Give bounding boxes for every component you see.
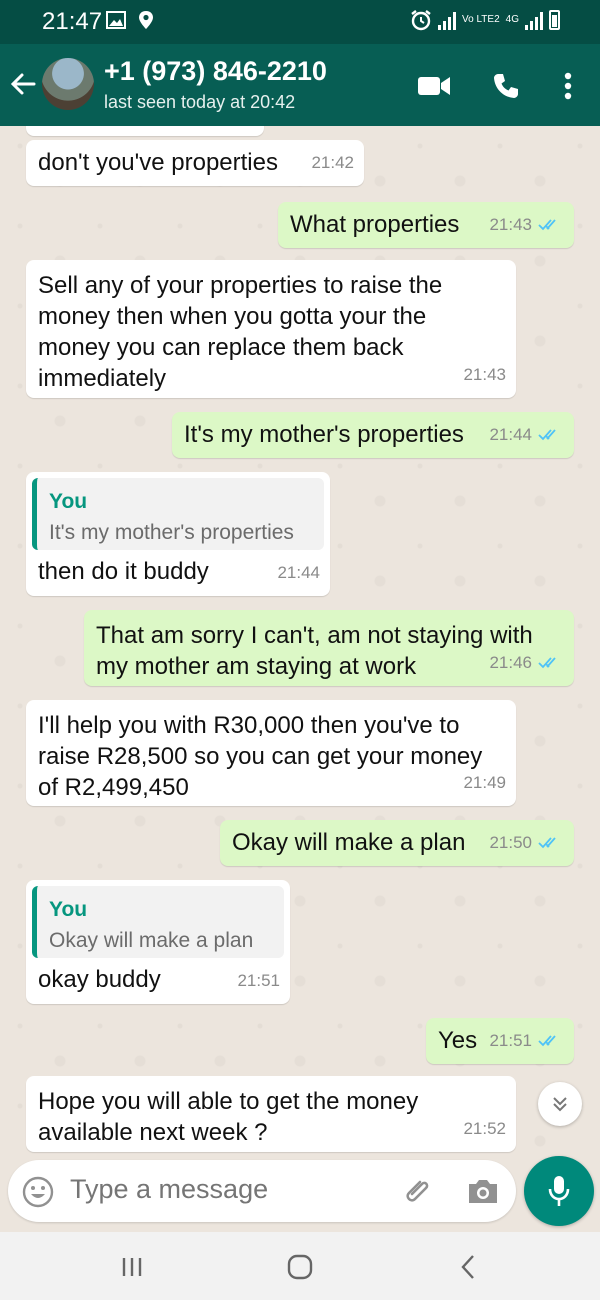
volte-label: Vo LTE2: [462, 14, 500, 25]
message-bubble-outgoing[interactable]: What properties 21:43: [278, 202, 574, 248]
message-time: 21:42: [311, 153, 354, 172]
chat-area[interactable]: don't you've properties 21:42 What prope…: [0, 126, 600, 1156]
signal-1-icon: [438, 10, 457, 30]
phone-icon[interactable]: [486, 66, 526, 106]
battery-icon: [549, 10, 560, 30]
message-time: 21:44: [277, 563, 320, 582]
message-bubble-incoming[interactable]: Hope you will able to get the money avai…: [26, 1076, 516, 1152]
message-time: 21:52: [463, 1119, 506, 1138]
message-bubble-incoming[interactable]: I'll help you with R30,000 then you've t…: [26, 700, 516, 806]
read-ticks-icon: [538, 428, 556, 440]
status-time: 21:47: [42, 8, 103, 35]
voice-message-button[interactable]: [524, 1156, 594, 1226]
quoted-message[interactable]: You It's my mother's properties: [32, 478, 324, 550]
message-bubble-incoming[interactable]: Sell any of your properties to raise the…: [26, 260, 516, 398]
message-meta: 21:44: [489, 419, 564, 450]
message-text: It's my mother's properties: [184, 421, 464, 448]
message-text: What properties: [290, 211, 460, 238]
gallery-notification-icon: [106, 11, 126, 29]
camera-icon[interactable]: [466, 1176, 500, 1206]
read-ticks-icon: [538, 656, 556, 668]
message-bubble-outgoing[interactable]: That am sorry I can't, am not staying wi…: [84, 610, 574, 686]
message-bubble-reply[interactable]: You It's my mother's properties then do …: [26, 472, 330, 596]
double-chevron-down-icon: [553, 1097, 567, 1112]
message-input[interactable]: [70, 1174, 390, 1205]
quote-text: It's my mother's properties: [49, 521, 294, 544]
message-time: 21:49: [463, 773, 506, 792]
message-text: That am sorry I can't, am not staying wi…: [96, 622, 533, 680]
message-meta: 21:46: [489, 647, 564, 678]
video-call-icon[interactable]: [414, 66, 454, 106]
attachment-icon[interactable]: [402, 1174, 436, 1208]
message-text: then do it buddy: [38, 558, 209, 585]
message-meta: 21:50: [489, 827, 564, 858]
read-ticks-icon: [538, 836, 556, 848]
message-text: don't you've properties: [38, 149, 278, 176]
message-text: Okay will make a plan: [232, 829, 466, 856]
message-input-bar: [8, 1160, 516, 1222]
status-bar: 21:47 Vo LTE2 4G: [0, 0, 600, 44]
network-type-label: 4G: [505, 14, 519, 25]
recent-apps-icon[interactable]: [112, 1252, 152, 1282]
last-seen-status[interactable]: last seen today at 20:42: [104, 92, 295, 113]
message-time: 21:51: [237, 971, 280, 990]
message-bubble-outgoing[interactable]: It's my mother's properties 21:44: [172, 412, 574, 458]
home-icon[interactable]: [280, 1252, 320, 1282]
back-arrow-icon[interactable]: [8, 66, 40, 102]
contact-name[interactable]: +1 (973) 846-2210: [104, 56, 327, 87]
signal-2-icon: [525, 10, 543, 30]
quote-text: Okay will make a plan: [49, 929, 254, 952]
back-nav-icon[interactable]: [448, 1252, 488, 1282]
chat-header: +1 (973) 846-2210 last seen today at 20:…: [0, 44, 600, 126]
system-navigation-bar: [0, 1232, 600, 1300]
quote-author: You: [49, 898, 88, 921]
message-text: okay buddy: [38, 966, 161, 993]
message-time: 21:43: [463, 365, 506, 384]
message-bubble-outgoing[interactable]: Okay will make a plan 21:50: [220, 820, 574, 866]
read-ticks-icon: [538, 1034, 556, 1046]
microphone-icon: [548, 1176, 570, 1206]
alarm-icon: [411, 10, 431, 31]
emoji-icon[interactable]: [22, 1176, 54, 1208]
message-bubble-reply[interactable]: You Okay will make a plan okay buddy 21:…: [26, 880, 290, 1004]
scroll-to-bottom-button[interactable]: [538, 1082, 582, 1126]
message-meta: 21:43: [489, 209, 564, 240]
quoted-message[interactable]: You Okay will make a plan: [32, 886, 284, 958]
message-bubble-outgoing[interactable]: Yes 21:51: [426, 1018, 574, 1064]
message-bubble-incoming[interactable]: don't you've properties 21:42: [26, 140, 364, 186]
contact-avatar[interactable]: [42, 58, 94, 110]
message-text: Yes: [438, 1027, 478, 1054]
read-ticks-icon: [538, 218, 556, 230]
message-bubble-partial: [26, 126, 264, 136]
message-meta: 21:51: [489, 1025, 564, 1056]
more-options-icon[interactable]: [548, 66, 588, 106]
location-icon: [139, 11, 153, 29]
message-text: I'll help you with R30,000 then you've t…: [38, 712, 483, 801]
quote-author: You: [49, 490, 88, 513]
message-text: Sell any of your properties to raise the…: [38, 272, 443, 392]
message-text: Hope you will able to get the money avai…: [38, 1088, 419, 1146]
